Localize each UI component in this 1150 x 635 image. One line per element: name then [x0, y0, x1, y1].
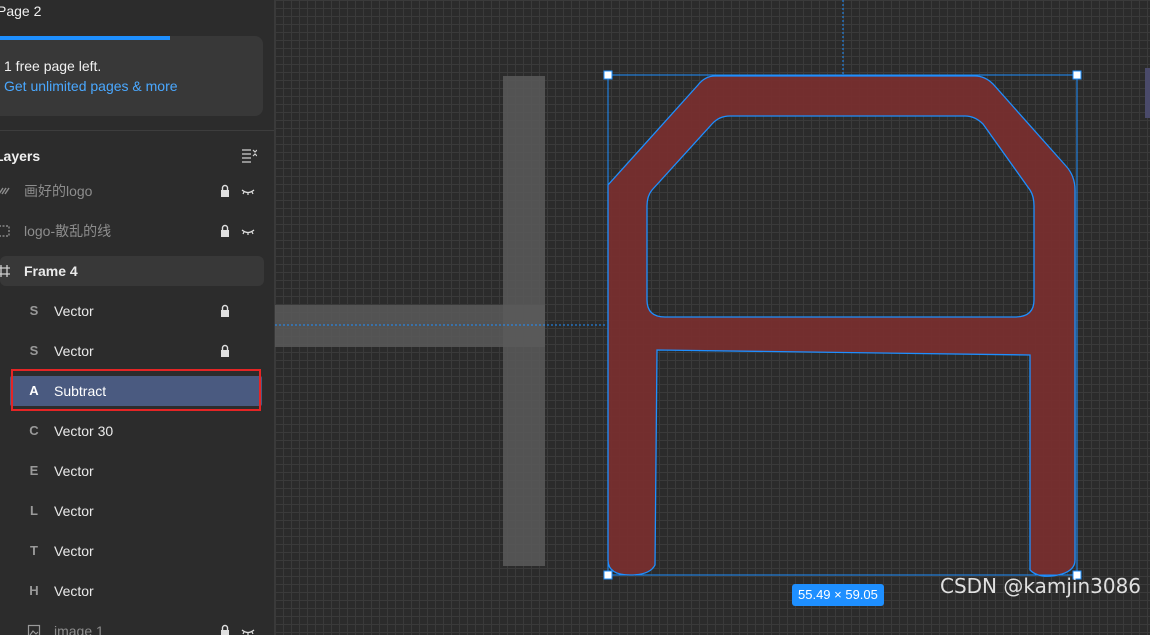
resize-handle-top-left[interactable]	[603, 70, 613, 80]
layers-header: Layers	[0, 148, 41, 164]
resize-handle-bottom-left[interactable]	[603, 570, 613, 580]
vector-s-icon: S	[29, 343, 39, 358]
layer-label: Vector	[54, 343, 94, 359]
layer-item-frame[interactable]: Frame 4	[0, 256, 264, 286]
dashed-frame-icon	[0, 225, 10, 237]
layer-item[interactable]: L Vector	[0, 496, 264, 526]
upsell-card: 1 free page left. Get unlimited pages & …	[0, 36, 263, 116]
eye-closed-icon[interactable]	[241, 184, 255, 198]
layer-label: Vector	[54, 583, 94, 599]
frame-icon	[0, 265, 10, 277]
layer-item-selected[interactable]: A Subtract	[10, 376, 262, 406]
layer-item[interactable]: S Vector	[0, 296, 264, 326]
vector-c-icon: C	[29, 423, 39, 438]
lock-icon[interactable]	[218, 184, 232, 198]
lock-icon[interactable]	[218, 224, 232, 238]
design-canvas[interactable]	[275, 0, 1150, 635]
layer-item[interactable]: 画好的logo	[0, 176, 264, 206]
offscreen-element-edge	[1145, 68, 1150, 118]
dimension-badge: 55.49 × 59.05	[792, 584, 884, 606]
upgrade-link[interactable]: Get unlimited pages & more	[4, 78, 178, 94]
layer-label: Subtract	[54, 383, 107, 399]
layers-menu-icon[interactable]	[241, 147, 257, 163]
layer-item[interactable]: C Vector 30	[0, 416, 264, 446]
vector-t-icon: T	[30, 543, 38, 558]
layer-label: Vector	[54, 543, 94, 559]
layer-item[interactable]: T Vector	[0, 536, 264, 566]
background-horizontal-bar[interactable]	[275, 305, 545, 347]
layers-sidebar: Page 2 1 free page left. Get unlimited p…	[0, 0, 275, 635]
layer-label: Vector	[54, 463, 94, 479]
vector-e-icon: E	[29, 463, 39, 478]
layer-label: 画好的logo	[24, 183, 93, 199]
canvas-artwork	[275, 0, 1150, 580]
subtract-shape[interactable]	[607, 75, 1076, 577]
layer-item[interactable]: H Vector	[0, 576, 264, 606]
lock-icon[interactable]	[218, 344, 232, 358]
watermark-text: CSDN @kamjin3086	[940, 574, 1142, 598]
lock-icon[interactable]	[218, 624, 232, 635]
layer-item[interactable]: S Vector	[0, 336, 264, 366]
layer-label: Vector	[54, 303, 94, 319]
pages-progress-bar	[0, 36, 170, 40]
hidden-group-icon	[0, 187, 10, 195]
layer-item[interactable]: logo-散乱的线	[0, 216, 264, 246]
image-icon	[27, 624, 41, 635]
page-title[interactable]: Page 2	[0, 3, 41, 19]
layer-item[interactable]: image 1	[0, 616, 264, 635]
layer-label: logo-散乱的线	[24, 223, 112, 239]
resize-handle-top-right[interactable]	[1072, 70, 1082, 80]
layer-label: image 1	[54, 623, 104, 635]
layer-label: Vector	[54, 503, 94, 519]
vector-s-icon: S	[29, 303, 39, 318]
vector-h-icon: H	[29, 583, 39, 598]
layer-label: Frame 4	[24, 263, 78, 279]
free-pages-text: 1 free page left.	[4, 58, 102, 74]
eye-closed-icon[interactable]	[241, 224, 255, 238]
eye-closed-icon[interactable]	[241, 624, 255, 635]
vector-a-icon: A	[29, 383, 39, 398]
sidebar-divider	[0, 130, 274, 131]
layer-label: Vector 30	[54, 423, 114, 439]
layer-item[interactable]: E Vector	[0, 456, 264, 486]
vector-l-icon: L	[30, 503, 38, 518]
lock-icon[interactable]	[218, 304, 232, 318]
